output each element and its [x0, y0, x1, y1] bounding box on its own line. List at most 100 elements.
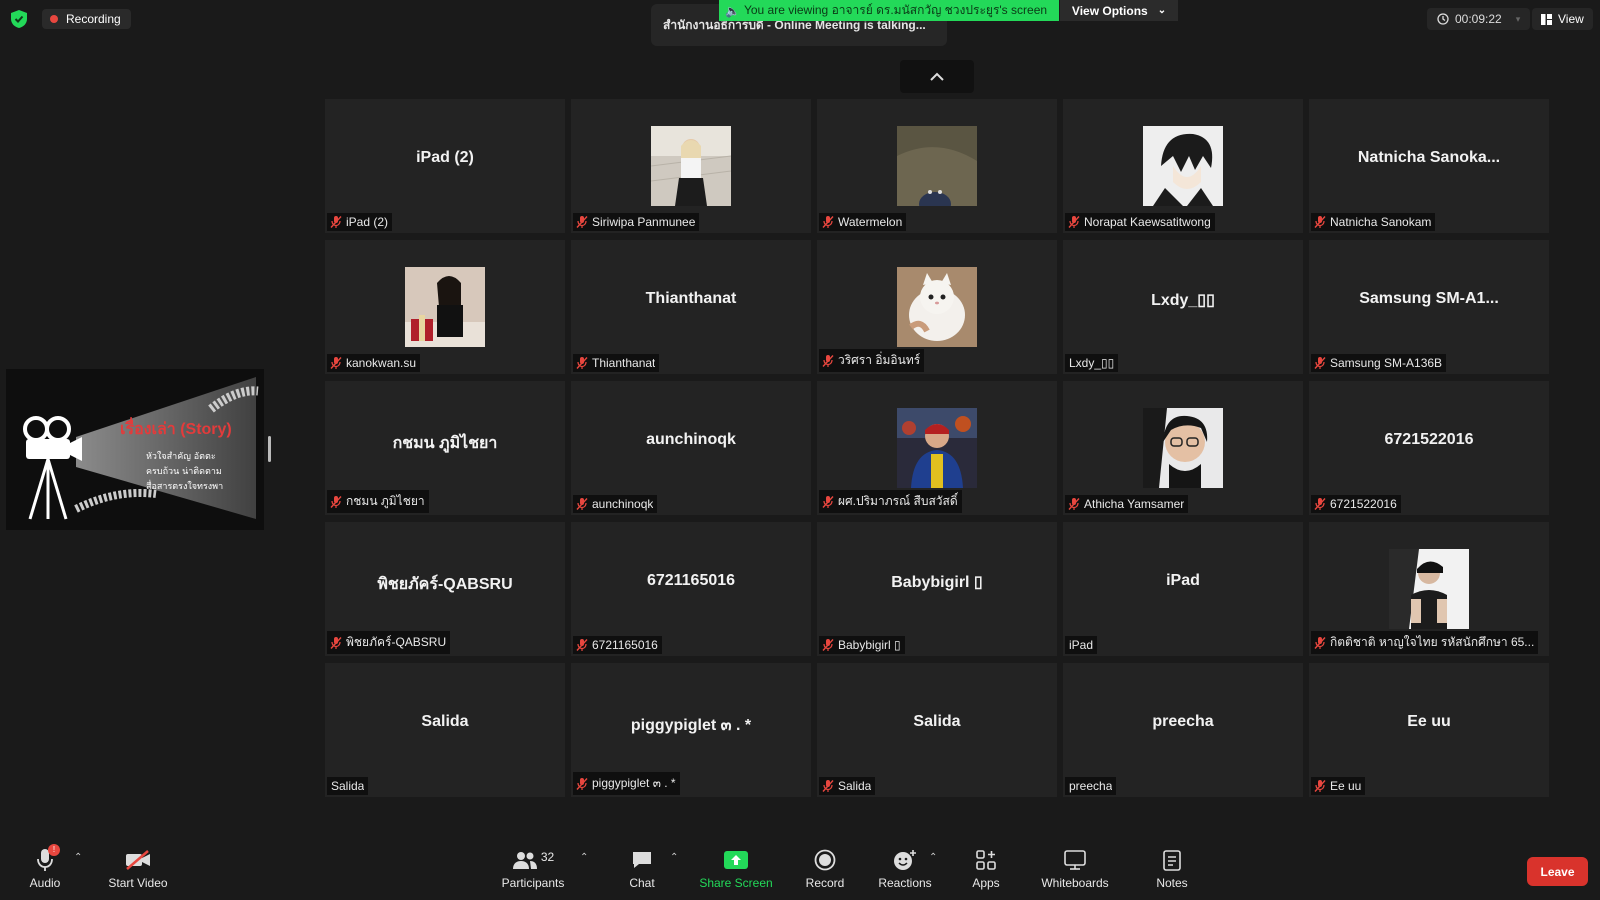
participant-tile[interactable]: Watermelon [817, 99, 1057, 233]
participant-name-label: กชมน ภูมิไชยา [327, 490, 429, 513]
participant-tile[interactable]: iPad iPad [1063, 522, 1303, 656]
participant-tile[interactable]: iPad (2) iPad (2) [325, 99, 565, 233]
participant-name-label: Salida [819, 777, 876, 795]
view-layout-button[interactable]: View [1532, 8, 1593, 30]
participant-name-label: kanokwan.su [327, 354, 421, 372]
participant-tile[interactable]: aunchinoqk aunchinoqk [571, 381, 811, 515]
slide-title: เรื่องเล่า (Story) [120, 421, 232, 438]
record-label: Record [805, 876, 845, 890]
participant-display-name: 6721165016 [646, 572, 736, 589]
meeting-timer[interactable]: 00:09:22 ▾ [1427, 8, 1531, 30]
participant-display-name: Thianthanat [645, 290, 737, 307]
participant-display-name: iPad (2) [416, 149, 474, 166]
participant-tile[interactable]: 6721165016 6721165016 [571, 522, 811, 656]
notes-button[interactable]: Notes [1155, 846, 1189, 896]
participant-name-text: Lxdy_▯▯ [1069, 356, 1115, 370]
participants-button[interactable]: 32 Participants [500, 846, 566, 896]
participant-tile[interactable]: Siriwipa Panmunee [571, 99, 811, 233]
participant-tile[interactable]: 6721522016 6721522016 [1309, 381, 1549, 515]
muted-mic-icon [1313, 779, 1327, 793]
participant-name-label: Athicha Yamsamer [1065, 495, 1189, 513]
participant-display-name: Babybigirl ▯ [891, 574, 983, 591]
participant-display-name: Lxdy_▯▯ [1151, 292, 1215, 309]
resize-handle[interactable] [268, 436, 271, 462]
participant-name-text: aunchinoqk [592, 497, 654, 511]
leave-button[interactable]: Leave [1527, 857, 1588, 886]
record-button[interactable]: Record [803, 846, 847, 896]
audio-options-chevron-icon[interactable]: ⌃ [74, 852, 82, 863]
participant-name-text: วริศรา อิ่มอินทร์ [838, 353, 921, 367]
recording-label: Recording [66, 12, 121, 26]
video-off-icon [126, 850, 150, 870]
participant-tile[interactable]: Salida Salida [817, 663, 1057, 797]
record-icon [814, 849, 836, 871]
share-screen-button[interactable]: Share Screen [699, 846, 773, 896]
participant-avatar [897, 126, 977, 206]
participant-tile[interactable]: ผศ.ปริมาภรณ์ สืบสวัสดิ์ [817, 381, 1057, 515]
participant-tile[interactable]: piggypiglet ๓ . * piggypiglet ๓ . * [571, 663, 811, 797]
chat-options-chevron-icon[interactable]: ⌃ [670, 852, 678, 863]
audio-button[interactable]: ! Audio [30, 844, 60, 896]
chat-bubble-icon [633, 852, 651, 868]
participant-name-text: iPad [1069, 638, 1094, 652]
participant-tile[interactable]: พิชยภัคร์-QABSRU พิชยภัคร์-QABSRU [325, 522, 565, 656]
participant-tile[interactable]: วริศรา อิ่มอินทร์ [817, 240, 1057, 374]
chat-label: Chat [629, 876, 655, 890]
participant-name-text: 6721522016 [1330, 497, 1397, 511]
slide-line-1: หัวใจสำคัญ อัตตะ [146, 452, 216, 462]
reactions-options-chevron-icon[interactable]: ⌃ [929, 852, 937, 863]
participant-name-label: Babybigirl ▯ [819, 636, 905, 654]
participant-name-text: Siriwipa Panmunee [592, 215, 696, 229]
chevron-up-icon [930, 72, 944, 81]
muted-mic-icon [329, 636, 343, 650]
recording-indicator[interactable]: Recording [42, 9, 131, 29]
apps-button[interactable]: Apps [970, 846, 1002, 896]
participant-name-text: กชมน ภูมิไชยา [346, 494, 425, 508]
participant-name-text: piggypiglet ๓ . * [592, 776, 676, 790]
participant-name-label: Watermelon [819, 213, 907, 231]
participant-tile[interactable]: Ee uu Ee uu [1309, 663, 1549, 797]
collapse-gallery-button[interactable] [900, 60, 974, 93]
chat-button[interactable]: Chat [627, 846, 657, 896]
participant-tile[interactable]: Thianthanat Thianthanat [571, 240, 811, 374]
participant-name-label: aunchinoqk [573, 495, 658, 513]
participant-tile[interactable]: กิตติชาติ หาญใจไทย รหัสนักศึกษา 65... [1309, 522, 1549, 656]
participant-display-name: Natnicha Sanoka... [1357, 149, 1501, 166]
whiteboards-button[interactable]: Whiteboards [1040, 846, 1110, 896]
participant-display-name: iPad [1166, 572, 1200, 589]
muted-mic-icon [1313, 215, 1327, 229]
participant-tile[interactable]: Natnicha Sanoka... Natnicha Sanokam [1309, 99, 1549, 233]
participant-tile[interactable]: preecha preecha [1063, 663, 1303, 797]
start-video-button[interactable]: Start Video [108, 846, 168, 896]
reactions-button[interactable]: Reactions [878, 846, 932, 896]
participant-tile[interactable]: กชมน ภูมิไชยา กชมน ภูมิไชยา [325, 381, 565, 515]
participant-tile[interactable]: Lxdy_▯▯ Lxdy_▯▯ [1063, 240, 1303, 374]
chevron-down-icon: ⌄ [1157, 5, 1167, 16]
share-screen-icon [724, 851, 748, 869]
participant-tile[interactable]: Athicha Yamsamer [1063, 381, 1303, 515]
participant-name-label: วริศรา อิ่มอินทร์ [819, 349, 925, 372]
grid-view-icon [1541, 13, 1552, 25]
participant-tile[interactable]: Salida Salida [325, 663, 565, 797]
participant-tile[interactable]: Norapat Kaewsatitwong [1063, 99, 1303, 233]
participant-name-label: iPad (2) [327, 213, 393, 231]
view-options-button[interactable]: View Options ⌄ [1060, 0, 1178, 21]
participant-tile[interactable]: Babybigirl ▯ Babybigirl ▯ [817, 522, 1057, 656]
participant-name-text: 6721165016 [592, 638, 658, 652]
timer-dropdown-icon[interactable]: ▾ [1516, 14, 1521, 25]
participant-name-text: กิตติชาติ หาญใจไทย รหัสนักศึกษา 65... [1330, 635, 1535, 649]
muted-mic-icon [1067, 497, 1081, 511]
participant-name-label: Thianthanat [573, 354, 660, 372]
participant-tile[interactable]: kanokwan.su [325, 240, 565, 374]
muted-mic-icon [575, 356, 589, 370]
security-shield-icon[interactable] [8, 8, 30, 30]
participants-label: Participants [501, 876, 565, 890]
muted-mic-icon [575, 215, 589, 229]
participant-tile[interactable]: Samsung SM-A1... Samsung SM-A136B [1309, 240, 1549, 374]
participants-options-chevron-icon[interactable]: ⌃ [580, 852, 588, 863]
participant-name-text: preecha [1069, 779, 1113, 793]
participant-display-name: Salida [913, 713, 961, 730]
participant-name-label: 6721522016 [1311, 495, 1401, 513]
shared-screen-thumbnail[interactable]: เรื่องเล่า (Story) หัวใจสำคัญ อัตตะ ครบถ… [6, 369, 264, 530]
participant-name-text: Samsung SM-A136B [1330, 356, 1443, 370]
